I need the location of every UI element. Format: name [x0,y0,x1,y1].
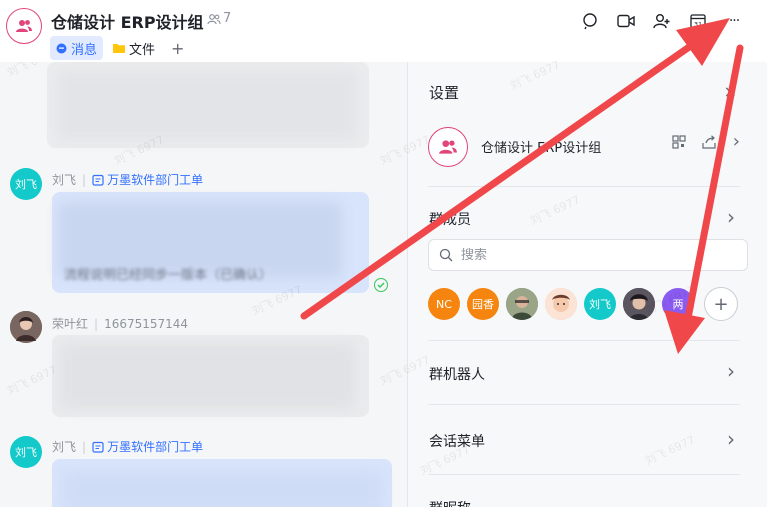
photo-avatar-icon [10,311,42,343]
message-meta: 刘飞 | 万墨软件部门工单 [52,438,203,455]
message-bubble[interactable] [52,459,392,507]
group-bots-label[interactable]: 群机器人 [429,364,485,384]
divider [428,340,740,341]
share-icon[interactable] [702,135,717,149]
avatar-text: 刘飞 [15,178,37,191]
add-member-button[interactable]: + [704,287,738,321]
message-bubble[interactable] [52,335,369,417]
qr-code-icon[interactable] [672,135,686,149]
members-label[interactable]: 群成员 [429,209,471,229]
read-check-icon [374,278,388,292]
department-link-label: 万墨软件部门工单 [107,440,204,454]
member-avatar-text: NC [436,297,452,311]
photo-avatar-icon [545,288,577,320]
chevron-right-icon[interactable]: › [727,427,735,451]
folder-icon [113,44,126,53]
chevron-right-icon[interactable]: › [733,133,740,151]
members-icon [207,13,221,24]
calendar-icon[interactable]: 31 [687,10,709,32]
group-name: 仓储设计 ERP设计组 [481,141,602,156]
group-nickname-label[interactable]: 群昵称 [429,498,471,507]
member-avatar[interactable]: 两 [662,288,694,320]
department-link-label: 万墨软件部门工单 [107,173,204,187]
member-avatar-list: NC 园香 刘飞 两 + [428,287,738,321]
group-icon [439,140,457,154]
member-avatar-text: 刘飞 [589,298,611,311]
avatar[interactable]: 刘飞 [10,168,42,200]
divider [428,186,740,187]
search-icon [439,248,453,262]
search-chat-icon[interactable] [579,10,601,32]
member-avatar[interactable]: NC [428,288,460,320]
message-text: 流程说明已经同步一版本（已确认） [64,268,273,283]
watermark: 刘飞 6977 [527,193,582,228]
avatar-text: 刘飞 [15,446,37,459]
member-avatar[interactable] [506,288,538,320]
tab-messages[interactable]: 消息 [50,36,104,60]
group-info-row[interactable]: 仓储设计 ERP设计组 › [428,125,740,169]
tab-messages-label: 消息 [71,42,98,58]
member-search-input[interactable] [461,247,701,263]
sender-phone: 16675157144 [104,316,189,331]
member-avatar[interactable]: 园香 [467,288,499,320]
department-link[interactable]: 万墨软件部门工单 [92,438,203,455]
header-toolbar: 31 ··· [579,10,745,32]
message-bubble[interactable]: 流程说明已经同步一版本（已确认） [52,192,369,293]
watermark: 刘飞 6977 [642,433,697,468]
message-meta: 刘飞 | 万墨软件部门工单 [52,171,203,188]
photo-avatar-icon [506,288,538,320]
add-tab-button[interactable]: + [165,39,190,58]
member-avatar[interactable]: 刘飞 [584,288,616,320]
add-member-icon[interactable] [651,10,673,32]
member-avatar-text: 园香 [472,298,494,311]
video-call-icon[interactable] [615,10,637,32]
member-avatar[interactable] [623,288,655,320]
message-icon [56,43,67,53]
sender-name: 荣叶红 [52,317,89,331]
chevron-right-icon[interactable]: › [727,359,735,383]
calendar-day: 31 [694,20,702,28]
member-avatar[interactable] [545,288,577,320]
blurred-message-card [47,62,369,148]
sender-name: 刘飞 [52,173,77,187]
department-link[interactable]: 万墨软件部门工单 [92,171,203,188]
member-avatar-text: 两 [672,298,684,311]
group-avatar [428,127,468,167]
group-info-actions: › [672,133,740,151]
chevron-right-icon[interactable]: › [727,205,735,229]
meta-separator: | [82,439,87,454]
message-list[interactable]: 刘飞 刘飞 | 万墨软件部门工单 流程说明已经同步一版本（已确认） 荣叶红 | … [0,62,407,507]
chat-tabs: 消息 文件 + [50,36,190,60]
meta-separator: | [94,316,99,331]
member-count[interactable]: 7 [207,11,231,26]
settings-title: 设置 [429,84,460,102]
message-meta: 荣叶红 | 16675157144 [52,315,188,332]
member-search[interactable] [428,239,748,271]
tab-files[interactable]: 文件 [107,36,161,60]
close-icon[interactable]: × [724,82,737,101]
watermark: 刘飞 6977 [507,58,562,93]
ticket-icon [92,441,104,453]
group-avatar[interactable] [6,8,42,44]
group-icon [16,20,32,32]
sender-name: 刘飞 [52,440,77,454]
member-count-value: 7 [223,11,232,26]
chat-header: 仓储设计 ERP设计组 7 消息 文件 + 31 ··· [0,0,767,62]
photo-avatar-icon [623,288,655,320]
settings-panel: 设置 × 仓储设计 ERP设计组 › 群成员 › NC 园香 [378,58,767,507]
avatar[interactable] [10,311,42,343]
meta-separator: | [82,172,87,187]
divider [428,474,740,475]
tab-files-label: 文件 [129,42,156,58]
ticket-icon [92,174,104,186]
chat-title: 仓储设计 ERP设计组 [51,13,204,32]
avatar[interactable]: 刘飞 [10,436,42,468]
more-icon[interactable]: ··· [723,10,745,32]
divider [428,404,740,405]
session-menu-label[interactable]: 会话菜单 [429,431,485,451]
